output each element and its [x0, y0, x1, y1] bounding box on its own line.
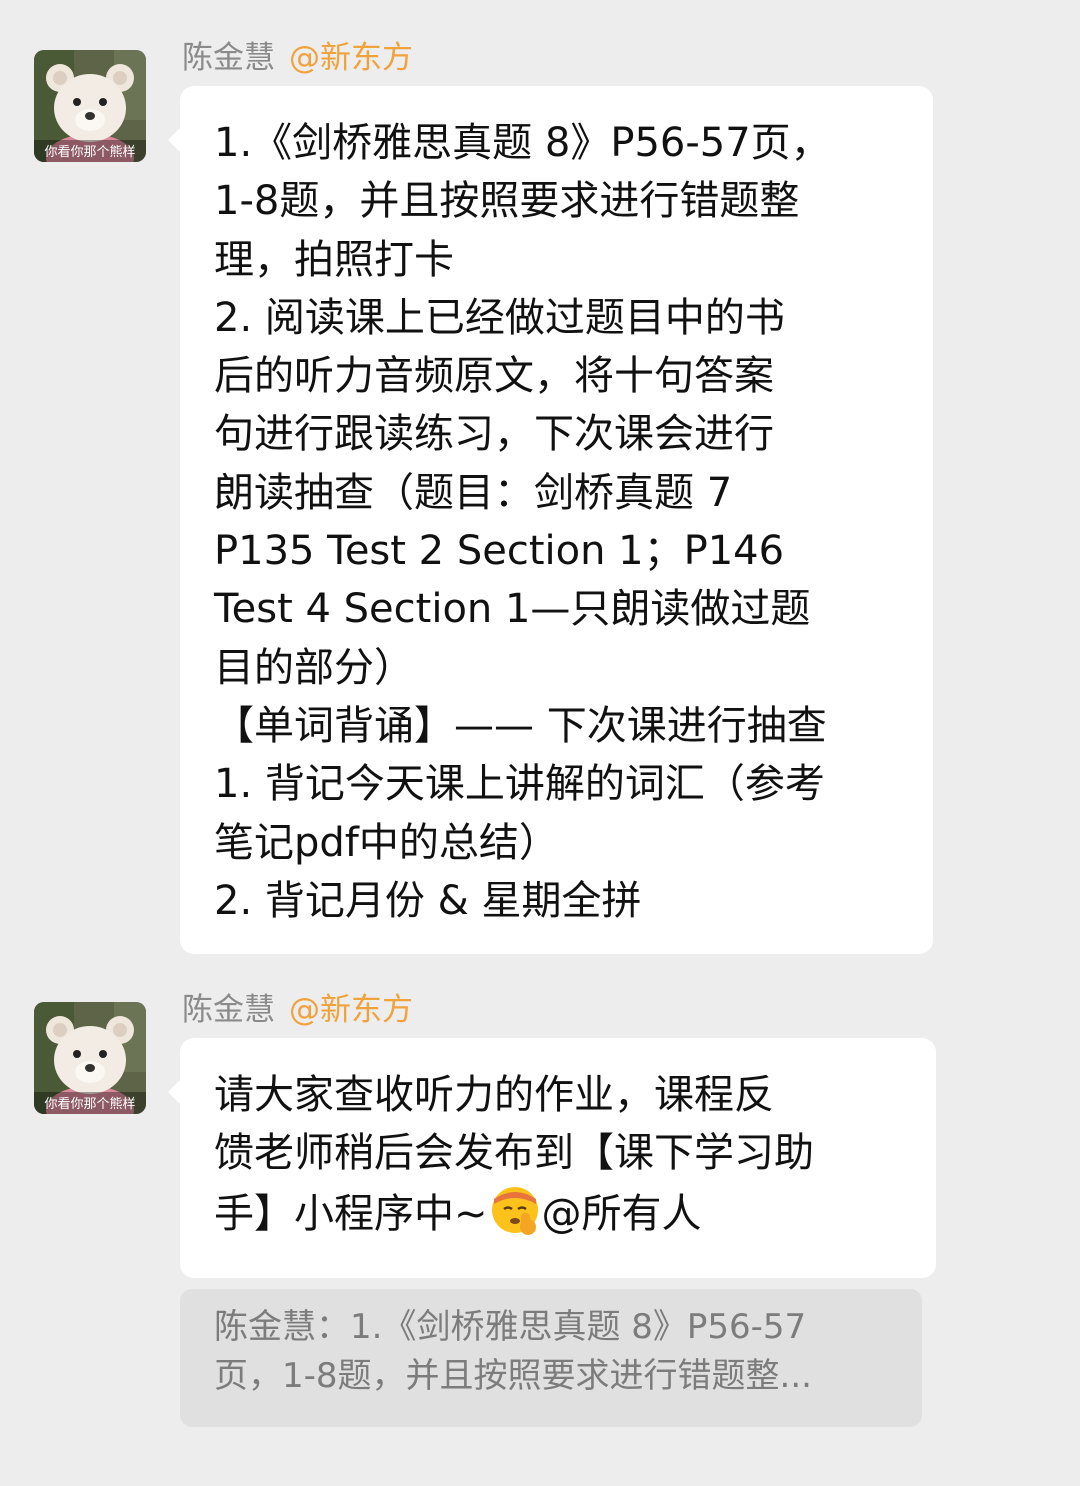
message-line: 【单词背诵】—— 下次课进行抽查: [214, 702, 827, 749]
teddy-bear-avatar-icon: 你看你那个熊样: [34, 50, 146, 162]
mention-all[interactable]: @所有人: [542, 1191, 702, 1237]
message-line: Test 4 Section 1—只朗读做过题: [214, 586, 811, 633]
sender-header: 陈金慧 @新东方: [182, 38, 413, 78]
message-bubble[interactable]: 1.《剑桥雅思真题 8》P56-57页， 1-8题，并且按照要求进行错题整 理，…: [168, 86, 933, 954]
teddy-bear-avatar-icon: 你看你那个熊样: [34, 1002, 146, 1114]
message-line: 句进行跟读练习，下次课会进行: [214, 411, 774, 458]
message-line: 手】小程序中~ @所有人: [214, 1183, 912, 1243]
sender-name[interactable]: 陈金慧: [182, 40, 275, 76]
shushing-face-emoji-icon: [491, 1186, 538, 1235]
message-line: 请大家查收听力的作业，课程反: [214, 1072, 774, 1118]
sender-org-tag: @新东方: [289, 992, 413, 1028]
message-line: 2. 背记月份 & 星期全拼: [214, 877, 642, 924]
message-line: 1.《剑桥雅思真题 8》P56-57页，: [214, 120, 831, 166]
message-text: 手】小程序中~: [214, 1190, 488, 1237]
avatar-caption: 你看你那个熊样: [44, 1096, 135, 1112]
message-line: P135 Test 2 Section 1；P146: [214, 528, 785, 575]
message-line: 2. 阅读课上已经做过题目中的书: [214, 294, 785, 341]
sender-name[interactable]: 陈金慧: [182, 992, 275, 1028]
message-bubble[interactable]: 请大家查收听力的作业，课程反 馈老师稍后会发布到【课下学习助 手】小程序中~ @…: [168, 1038, 936, 1278]
message-line: 笔记pdf中的总结）: [214, 819, 559, 866]
message-line: 目的部分）: [214, 644, 414, 691]
sender-avatar[interactable]: 你看你那个熊样: [34, 50, 146, 162]
message-line: 1-8题，并且按照要求进行错题整: [214, 178, 800, 225]
quote-line: 页，1-8题，并且按照要求进行错题整...: [214, 1356, 812, 1396]
sender-header: 陈金慧 @新东方: [182, 990, 413, 1030]
quote-line: 陈金慧：1.《剑桥雅思真题 8》P56-57: [214, 1307, 807, 1347]
message-line: 后的听力音频原文，将十句答案: [214, 353, 774, 400]
message-line: 朗读抽查（题目：剑桥真题 7: [214, 469, 733, 516]
message-line: 理，拍照打卡: [214, 236, 454, 283]
sender-org-tag: @新东方: [289, 40, 413, 76]
avatar-caption: 你看你那个熊样: [44, 144, 135, 160]
quoted-message[interactable]: 陈金慧：1.《剑桥雅思真题 8》P56-57 页，1-8题，并且按照要求进行错题…: [180, 1289, 922, 1427]
message-line: 馈老师稍后会发布到【课下学习助: [214, 1130, 814, 1177]
sender-avatar[interactable]: 你看你那个熊样: [34, 1002, 146, 1114]
message-line: 1. 背记今天课上讲解的词汇（参考: [214, 761, 825, 808]
